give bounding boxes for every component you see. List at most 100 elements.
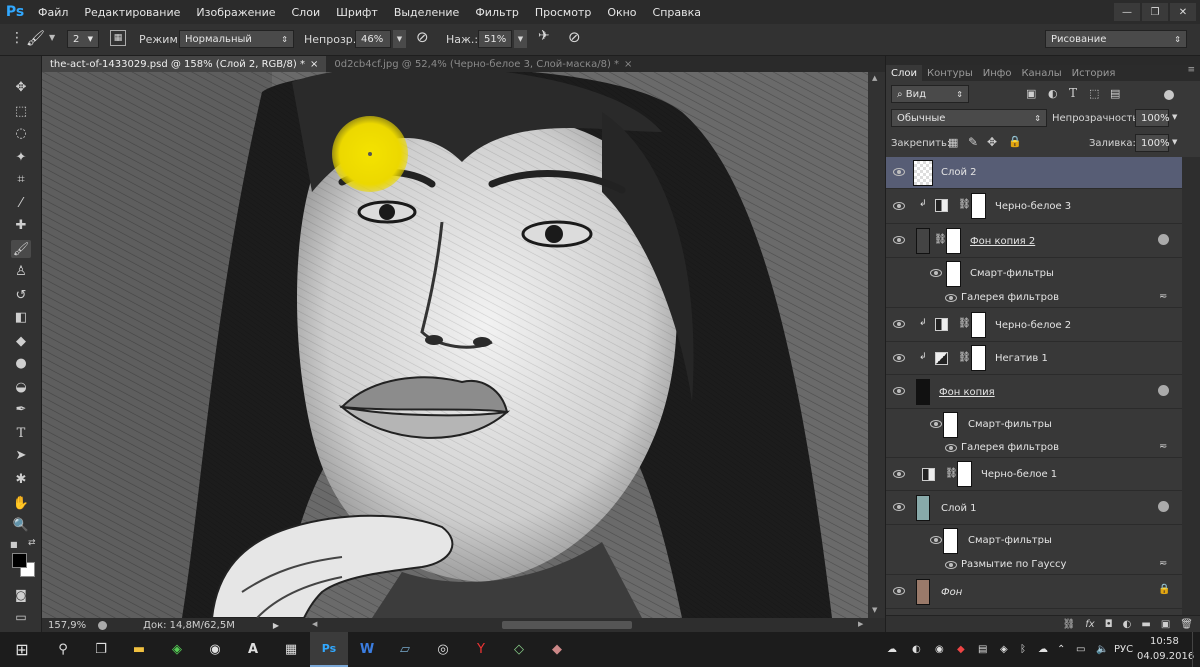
layers-scrollbar[interactable] <box>1182 157 1200 615</box>
word-icon[interactable]: W <box>348 632 386 667</box>
eye-icon[interactable] <box>930 420 942 428</box>
font-app-icon[interactable]: A <box>234 632 272 667</box>
layer-name[interactable]: Черно-белое 3 <box>995 201 1071 212</box>
scroll-right-icon[interactable]: ▶ <box>858 620 863 628</box>
opacity-dropdown-button[interactable]: ▼ <box>393 30 406 48</box>
dodge-tool-icon[interactable]: ◒ <box>11 378 31 396</box>
eye-icon[interactable] <box>945 294 957 302</box>
pressure-dropdown-button[interactable]: ▼ <box>514 30 527 48</box>
smart-filter-mask-thumbnail[interactable] <box>946 261 961 287</box>
layer-mask-thumbnail[interactable] <box>946 228 961 254</box>
show-desktop-button[interactable] <box>1192 632 1200 667</box>
layer-row[interactable]: ⛓ Черно-белое 1 <box>886 458 1182 491</box>
close-button[interactable]: ✕ <box>1170 3 1196 21</box>
eye-icon[interactable] <box>893 354 905 362</box>
scroll-up-icon[interactable]: ▲ <box>872 74 877 82</box>
tray-app-icon[interactable]: ▤ <box>978 644 987 655</box>
camera-app-icon[interactable]: ◉ <box>196 632 234 667</box>
volume-icon[interactable]: 🔈 <box>1096 644 1108 655</box>
tab-paths[interactable]: Контуры <box>922 65 978 81</box>
brush-size-picker[interactable]: 2 ▼ <box>67 30 99 48</box>
layer-row[interactable]: Фон копия <box>886 375 1182 409</box>
eye-icon[interactable] <box>930 269 942 277</box>
filter-name[interactable]: Галерея фильтров <box>961 292 1059 303</box>
filter-blending-options-icon[interactable]: ≂ <box>1159 558 1167 569</box>
yandex-browser-icon[interactable]: Y <box>462 632 500 667</box>
layer-mask-thumbnail[interactable] <box>957 461 972 487</box>
menu-select[interactable]: Выделение <box>386 6 468 19</box>
layer-name[interactable]: Фон копия <box>939 387 995 398</box>
status-menu-icon[interactable]: ▶ <box>273 621 279 630</box>
app-icon[interactable]: ◆ <box>538 632 576 667</box>
opacity-input[interactable]: 46% <box>355 30 391 48</box>
clock-date[interactable]: 04.09.2016 <box>1137 651 1194 662</box>
eye-icon[interactable] <box>893 168 905 176</box>
vertical-scrollbar[interactable]: ▲ ▼ <box>868 72 885 618</box>
menu-help[interactable]: Справка <box>645 6 709 19</box>
media-player-icon[interactable]: ◎ <box>424 632 462 667</box>
lock-pixels-icon[interactable]: ✎ <box>968 135 978 149</box>
menu-file[interactable]: Файл <box>30 6 76 19</box>
task-view-icon[interactable]: ❐ <box>82 632 120 667</box>
eye-icon[interactable] <box>945 561 957 569</box>
bluetooth-icon[interactable]: ᛒ <box>1020 644 1026 655</box>
layer-row[interactable]: ↲ ⛓ Черно-белое 3 <box>886 189 1182 224</box>
photoshop-taskbar-icon[interactable]: Ps <box>310 632 348 667</box>
layer-row[interactable]: ↲ ⛓ Негатив 1 <box>886 342 1182 375</box>
swap-colors-icon[interactable]: ⇄ <box>28 538 36 548</box>
scroll-down-icon[interactable]: ▼ <box>872 606 877 614</box>
pressure-input[interactable]: 51% <box>478 30 512 48</box>
layer-name[interactable]: Фон копия 2 <box>970 236 1035 247</box>
mode-select[interactable]: Нормальный ⇕ <box>179 30 294 48</box>
filter-smart-object-icon[interactable]: ▤ <box>1110 87 1120 100</box>
smart-filter-mask-thumbnail[interactable] <box>943 412 958 438</box>
horizontal-scrollbar-thumb[interactable] <box>502 621 632 629</box>
layer-row[interactable]: ↲ ⛓ Черно-белое 2 <box>886 308 1182 342</box>
clone-stamp-tool-icon[interactable]: ♙ <box>11 262 31 280</box>
menu-filter[interactable]: Фильтр <box>467 6 527 19</box>
type-tool-icon[interactable]: T <box>11 424 31 442</box>
tab-document-1[interactable]: the-act-of-1433029.psd @ 158% (Слой 2, R… <box>42 56 327 72</box>
tab-document-2[interactable]: 0d2cb4cf.jpg @ 52,4% (Черно-белое 3, Сло… <box>326 56 640 72</box>
eye-icon[interactable] <box>893 503 905 511</box>
tab-layers[interactable]: Слои <box>886 65 922 81</box>
smart-filters-row[interactable]: Смарт-фильтры <box>886 525 1182 557</box>
map-app-icon[interactable]: ◇ <box>500 632 538 667</box>
minimize-button[interactable]: — <box>1114 3 1140 21</box>
fill-input[interactable]: 100% <box>1135 134 1170 152</box>
filter-blending-options-icon[interactable]: ≂ <box>1159 441 1167 452</box>
zoom-tool-icon[interactable]: 🔍 <box>11 516 31 534</box>
layer-row[interactable]: Слой 1 <box>886 491 1182 525</box>
filter-name[interactable]: Размытие по Гауссу <box>961 559 1066 570</box>
delete-layer-icon[interactable]: 🗑 <box>1180 619 1193 630</box>
airbrush-icon[interactable]: ✈ <box>538 28 550 44</box>
layer-mask-thumbnail[interactable] <box>971 345 986 371</box>
layer-name[interactable]: Черно-белое 2 <box>995 320 1071 331</box>
layer-row[interactable]: ⛓ Фон копия 2 <box>886 224 1182 258</box>
eraser-tool-icon[interactable]: ◧ <box>11 308 31 326</box>
eye-icon[interactable] <box>893 387 905 395</box>
foreground-color-swatch[interactable] <box>12 553 27 568</box>
clock-time[interactable]: 10:58 <box>1150 636 1179 647</box>
history-brush-tool-icon[interactable]: ↺ <box>11 286 31 304</box>
eye-icon[interactable] <box>893 470 905 478</box>
layer-row[interactable]: Фон 🔒 <box>886 575 1182 609</box>
tray-app-icon[interactable]: ◉ <box>935 644 944 655</box>
paint-bucket-tool-icon[interactable]: ◆ <box>11 332 31 350</box>
file-explorer-icon[interactable]: ▬ <box>120 632 158 667</box>
smart-filter-mask-thumbnail[interactable] <box>943 528 958 554</box>
paint-app-icon[interactable]: ◈ <box>158 632 196 667</box>
menu-layers[interactable]: Слои <box>284 6 329 19</box>
new-layer-icon[interactable]: ▣ <box>1161 619 1170 630</box>
filter-row[interactable]: Размытие по Гауссу ≂ <box>886 557 1182 575</box>
panel-menu-icon[interactable]: ≡ <box>1187 65 1200 81</box>
eye-icon[interactable] <box>930 536 942 544</box>
document-canvas[interactable] <box>42 72 868 618</box>
tray-app-icon[interactable]: ◆ <box>957 644 965 655</box>
close-icon[interactable]: × <box>624 59 632 70</box>
lasso-tool-icon[interactable]: ◌ <box>11 124 31 142</box>
tablet-size-pressure-icon[interactable]: ⊘ <box>568 28 581 46</box>
tab-channels[interactable]: Каналы <box>1016 65 1066 81</box>
tab-info[interactable]: Инфо <box>978 65 1017 81</box>
default-colors-icon[interactable]: ■ <box>10 540 18 549</box>
